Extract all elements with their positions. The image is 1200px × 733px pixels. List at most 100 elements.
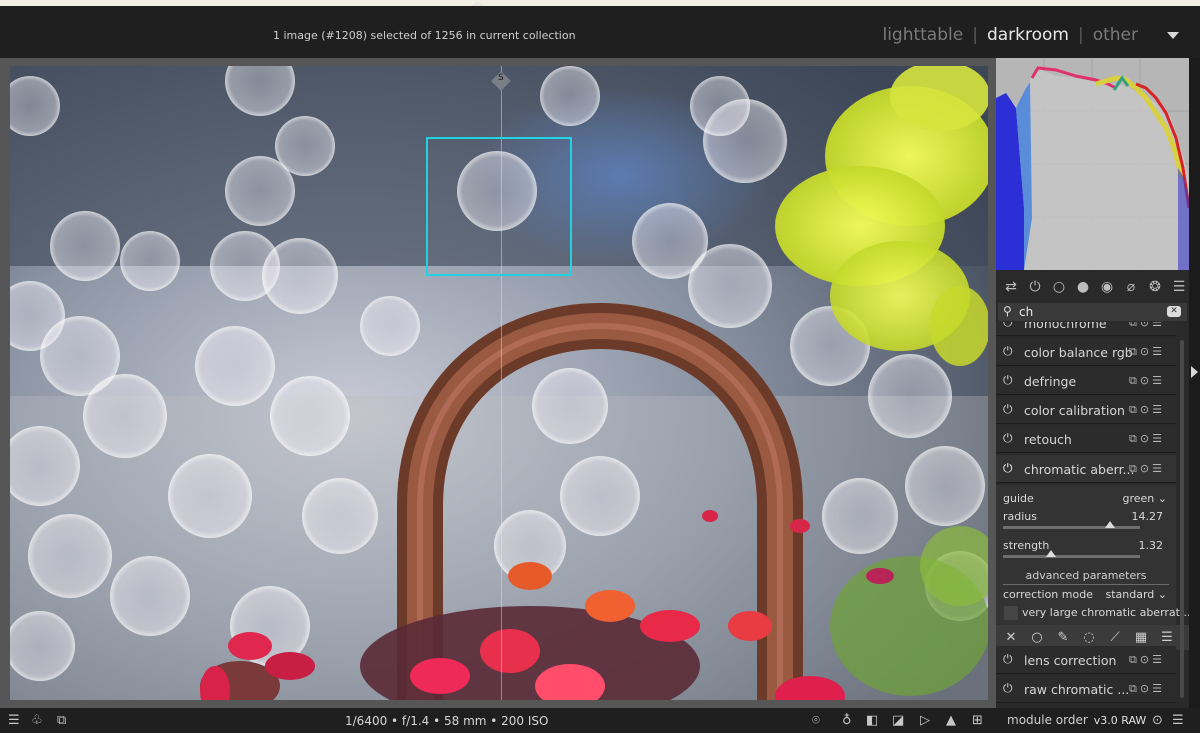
radius-slider-knob[interactable] — [1104, 521, 1115, 528]
module-name: lens correction — [1024, 653, 1117, 668]
guide-combobox[interactable]: guide green ⌄ — [1003, 492, 1173, 505]
power-icon[interactable]: ⏻ — [1003, 681, 1013, 696]
right-edge — [1189, 58, 1200, 708]
footer-menu-icon[interactable]: ☰ — [1172, 713, 1184, 728]
module-name: color calibration — [1024, 403, 1125, 418]
radius-slider[interactable] — [1003, 521, 1140, 529]
strength-slider[interactable] — [1003, 550, 1140, 558]
mask-raster-icon[interactable]: ▦ — [1133, 630, 1149, 645]
overexposed-icon[interactable]: ▷ — [920, 713, 930, 728]
chromatic-aberrations-params: guide green ⌄ radius 14.27 strength 1.32… — [996, 485, 1190, 625]
module-lens-correction[interactable]: ⏻ lens correction ⧉⊙☰ — [996, 646, 1176, 674]
module-raw-chromatic-aberrations[interactable]: ⏻ raw chromatic ... ⧉⊙☰ — [996, 675, 1176, 703]
search-icon: ⚲ — [1003, 304, 1012, 318]
module-name: monochrome — [1024, 322, 1107, 331]
module-order[interactable]: module order v3.0 RAW — [1007, 713, 1146, 727]
module-order-value: v3.0 RAW — [1093, 714, 1147, 727]
radius-slider-row[interactable]: radius 14.27 — [1003, 510, 1173, 523]
collapse-right-arrow-icon[interactable] — [1191, 366, 1198, 378]
correct-icon[interactable]: ⌀ — [1122, 279, 1140, 295]
module-name: chromatic aberr... — [1024, 462, 1135, 477]
mask-drawn-icon[interactable]: ✎ — [1055, 630, 1071, 645]
header: 1 image (#1208) selected of 1256 in curr… — [0, 6, 1200, 58]
grid-icon[interactable]: ⊞ — [972, 713, 983, 728]
view-lighttable[interactable]: lighttable — [882, 25, 963, 45]
mask-off-icon[interactable]: ✕ — [1003, 630, 1019, 645]
exif-info: 1/6400 • f/1.4 • 58 mm • 200 ISO — [345, 714, 549, 728]
module-retouch[interactable]: ⏻ retouch ⧉⊙☰ — [996, 425, 1176, 453]
module-name: defringe — [1024, 374, 1077, 389]
effect-icon[interactable]: ❂ — [1146, 279, 1164, 295]
power-icon[interactable]: ⏻ — [1026, 279, 1044, 295]
circle-icon[interactable]: ○ — [1050, 279, 1068, 295]
tone-icon[interactable]: ● — [1074, 279, 1092, 295]
color-icon[interactable]: ◉ — [1098, 279, 1116, 295]
strength-label: strength — [1003, 539, 1050, 552]
clear-search-icon[interactable]: ✕ — [1167, 306, 1181, 317]
module-icons[interactable]: ⧉⊙☰ — [1129, 345, 1165, 359]
focus-peaking-icon[interactable]: ⌾ — [812, 713, 820, 728]
module-order-label: module order — [1007, 713, 1088, 727]
split-handle-label: S — [498, 73, 504, 84]
strength-slider-knob[interactable] — [1045, 550, 1056, 557]
module-name: raw chromatic ... — [1024, 682, 1130, 697]
module-icons[interactable]: ⧉⊙☰ — [1129, 432, 1165, 446]
right-panel: ⇄ ⏻ ○ ● ◉ ⌀ ❂ ☰ ⚲ ch ✕ ⏻ monochrome ⧉⊙☰ … — [996, 58, 1190, 708]
view-switcher: lighttable | darkroom | other — [882, 25, 1138, 45]
center-view: S — [0, 58, 996, 708]
strength-slider-row[interactable]: strength 1.32 — [1003, 539, 1173, 552]
views-dropdown-icon[interactable] — [1167, 32, 1179, 39]
module-chromatic-aberrations[interactable]: ⏻ chromatic aberr... ⧉⊙☰ — [996, 455, 1176, 483]
power-icon[interactable]: ⏻ — [1003, 461, 1013, 476]
panel-scrollbar[interactable] — [1180, 340, 1184, 698]
guide-label: guide — [1003, 492, 1034, 505]
power-icon[interactable]: ⏻ — [1003, 322, 1013, 330]
mask-menu-icon[interactable]: ☰ — [1159, 630, 1175, 645]
advanced-parameters-section[interactable]: advanced parameters — [1003, 569, 1169, 585]
view-darkroom[interactable]: darkroom — [987, 25, 1069, 45]
menu-icon[interactable]: ☰ — [1170, 279, 1188, 295]
power-icon[interactable]: ⏻ — [1003, 373, 1013, 388]
module-icons[interactable]: ⧉⊙☰ — [1129, 403, 1165, 417]
power-icon[interactable]: ⏻ — [1003, 344, 1013, 359]
module-icons[interactable]: ⧉⊙☰ — [1129, 682, 1165, 696]
checkbox-label: very large chromatic aberrat... — [1022, 606, 1191, 619]
view-separator: | — [972, 25, 978, 45]
module-icons[interactable]: ⧉⊙☰ — [1129, 322, 1165, 330]
module-monochrome[interactable]: ⏻ monochrome ⧉⊙☰ — [996, 322, 1176, 336]
very-large-ca-checkbox[interactable]: very large chromatic aberrat... — [1003, 605, 1190, 622]
mask-drawn-parametric-icon[interactable]: ⟋ — [1107, 630, 1123, 645]
info-icon[interactable]: ⊙ — [1152, 713, 1163, 728]
correction-mode-value: standard ⌄ — [1105, 588, 1167, 601]
mask-uniform-icon[interactable]: ○ — [1029, 630, 1045, 645]
checkbox-box[interactable] — [1004, 606, 1018, 620]
histogram[interactable] — [996, 58, 1189, 270]
power-icon[interactable]: ⏻ — [1003, 402, 1013, 417]
gamut-icon[interactable]: ◪ — [892, 713, 904, 728]
module-search[interactable]: ⚲ ch ✕ — [998, 303, 1187, 321]
power-icon[interactable]: ⏻ — [1003, 652, 1013, 667]
strength-value: 1.32 — [1138, 539, 1164, 552]
warning-icon[interactable]: ▲ — [946, 713, 956, 728]
power-icon[interactable]: ⏻ — [1003, 431, 1013, 446]
styles-icon[interactable]: ♧ — [31, 713, 43, 728]
focus-rectangle[interactable] — [426, 137, 572, 276]
bulb-icon[interactable]: ♁ — [842, 713, 852, 728]
module-icons[interactable]: ⧉⊙☰ — [1129, 462, 1165, 476]
module-color-calibration[interactable]: ⏻ color calibration ⧉⊙☰ — [996, 396, 1176, 424]
photo-canvas[interactable]: S — [10, 66, 988, 700]
correction-mode-combobox[interactable]: correction mode standard ⌄ — [1003, 588, 1173, 601]
histogram-graph — [996, 58, 1189, 270]
search-input[interactable]: ch — [1019, 305, 1033, 319]
display-icon[interactable]: ⧉ — [57, 713, 66, 728]
module-icons[interactable]: ⧉⊙☰ — [1129, 374, 1165, 388]
presets-icon[interactable]: ⇄ — [1002, 279, 1020, 295]
module-icons[interactable]: ⧉⊙☰ — [1129, 653, 1165, 667]
module-defringe[interactable]: ⏻ defringe ⧉⊙☰ — [996, 367, 1176, 395]
mask-parametric-icon[interactable]: ◌ — [1081, 630, 1097, 645]
softproof-icon[interactable]: ◧ — [866, 713, 878, 728]
selection-status: 1 image (#1208) selected of 1256 in curr… — [273, 29, 576, 42]
module-color-balance-rgb[interactable]: ⏻ color balance rgb ⧉⊙☰ — [996, 338, 1176, 366]
menu-icon[interactable]: ☰ — [8, 713, 20, 728]
view-other[interactable]: other — [1093, 25, 1138, 45]
